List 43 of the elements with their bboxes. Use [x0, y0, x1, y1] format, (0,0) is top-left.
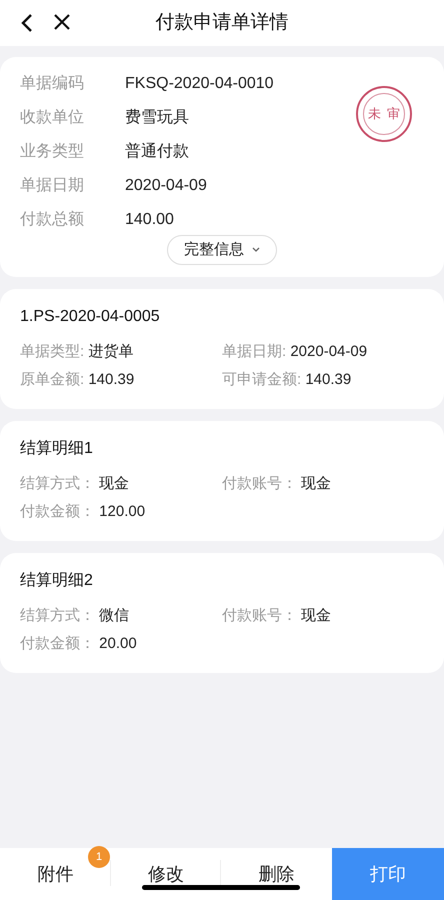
close-icon[interactable] [53, 13, 71, 31]
field-value: 微信 [99, 606, 130, 626]
count-badge: 1 [88, 846, 110, 868]
field-label: 结算方式： [20, 606, 96, 626]
field-value: 20.00 [99, 634, 137, 654]
action-button[interactable]: 修改 [148, 860, 184, 888]
field-value: 2020-04-09 [125, 176, 207, 196]
chevron-down-icon [252, 247, 260, 253]
field-value: 140.00 [125, 210, 174, 230]
card-title: 1.PS-2020-04-0005 [20, 307, 160, 327]
field-label: 单据类型: [20, 342, 86, 362]
field-label: 付款账号： [222, 606, 298, 626]
back-icon[interactable] [20, 13, 34, 33]
field-value: 普通付款 [125, 141, 189, 162]
field-value: 费雪玩具 [125, 108, 189, 128]
field-label: 可申请金额: [222, 370, 302, 390]
field-value: 140.39 [305, 370, 352, 390]
field-label: 业务类型 [20, 142, 85, 162]
field-value: 140.39 [88, 370, 134, 390]
field-label: 付款金额： [20, 634, 96, 654]
full-info-button[interactable]: 完整信息 [167, 235, 277, 265]
field-value: 现金 [301, 606, 332, 626]
field-value: 120.00 [99, 502, 146, 522]
field-value: 现金 [301, 474, 332, 494]
field-label: 单据日期: [222, 342, 288, 362]
field-value: 现金 [99, 474, 130, 494]
page-title: 付款申请单详情 [156, 12, 288, 33]
field-value: 进货单 [88, 342, 134, 362]
field-label: 收款单位 [20, 108, 85, 128]
field-label: 付款金额： [20, 502, 96, 522]
field-label: 付款账号： [222, 474, 298, 494]
field-label: 结算方式： [20, 474, 96, 494]
field-value: FKSQ-2020-04-0010 [125, 74, 274, 94]
action-button[interactable]: 附件 [37, 860, 74, 888]
field-label: 单据编码 [20, 74, 85, 94]
field-value: 2020-04-09 [290, 342, 368, 362]
card-title: 结算明细1 [20, 438, 93, 459]
field-label: 原单金额: [20, 370, 86, 390]
action-button[interactable]: 删除 [258, 860, 295, 888]
card-title: 结算明细2 [20, 570, 93, 591]
field-label: 单据日期 [20, 176, 85, 196]
review-stamp: 未审 [356, 86, 412, 142]
field-label: 付款总额 [20, 210, 85, 230]
